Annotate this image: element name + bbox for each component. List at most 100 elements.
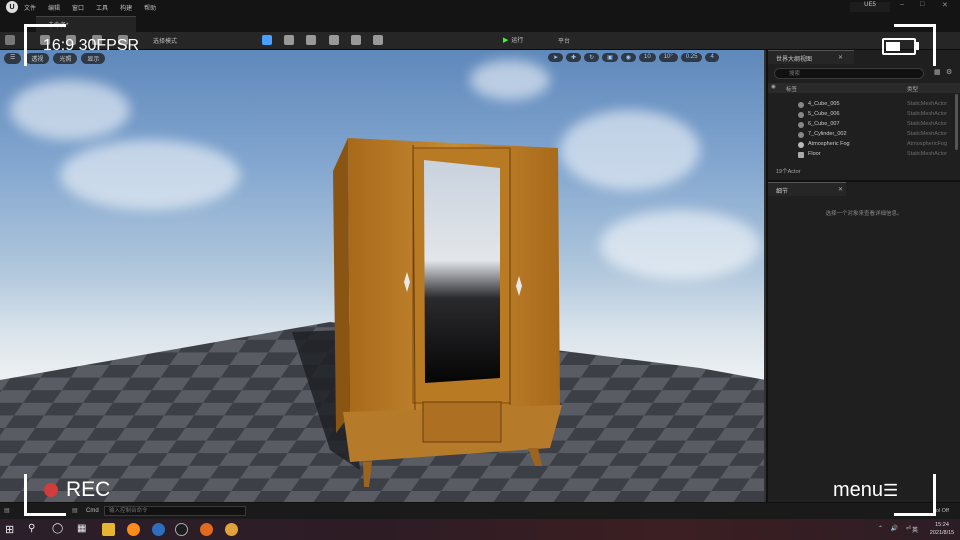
menu-file[interactable]: 文件 (24, 3, 36, 12)
record-indicator-icon (44, 483, 58, 497)
world-outliner-panel: 世界大纲视图 ✕ ⚲ ▦ ⚙ ◉ 标签 类型 4_Cube_005 Static… (768, 50, 960, 180)
battery-level (886, 42, 900, 51)
static-mesh-icon (798, 132, 804, 138)
rotation-snap-toggle[interactable]: 10° (658, 53, 678, 62)
select-tool-icon[interactable]: ➤ (548, 53, 564, 62)
outliner-scrollbar[interactable] (955, 94, 958, 150)
static-mesh-icon (798, 112, 804, 118)
actor-count: 19个Actor (776, 169, 801, 175)
window-title: UE5 (850, 2, 890, 12)
multitask-icon[interactable]: ▦ (77, 523, 90, 536)
menu-button[interactable]: menu☰ (833, 479, 898, 502)
console-icon: ▤ (72, 508, 78, 514)
menu-build[interactable]: 构建 (120, 3, 132, 12)
maximize-icon[interactable]: □ (920, 1, 924, 8)
brush-edit-icon[interactable] (351, 35, 361, 45)
grid-snap-toggle[interactable]: 10 (639, 53, 656, 62)
outliner-row[interactable]: 6_Cube_007 StaticMeshActor (768, 120, 954, 130)
play-icon: ▶ (503, 37, 509, 44)
wardrobe-mirror[interactable] (424, 160, 500, 383)
platforms-button[interactable]: 平台 (558, 36, 570, 45)
search-icon[interactable]: ⚲ (28, 523, 41, 536)
file-explorer-icon[interactable] (102, 523, 115, 536)
content-drawer-icon[interactable]: ▤ (4, 507, 10, 514)
details-tab-label: 细节 (776, 189, 789, 195)
scale-snap-toggle[interactable]: 0.25 (680, 53, 703, 62)
tab-world-outliner[interactable]: 世界大纲视图 ✕ (768, 50, 854, 64)
tab-details[interactable]: 细节 ✕ (768, 182, 846, 196)
world-space-icon[interactable]: ◉ (620, 53, 637, 62)
landscape-icon[interactable] (262, 35, 272, 45)
wardrobe-drawer[interactable] (422, 401, 502, 443)
level-viewport[interactable]: ☰ 透视 光照 显示 ➤ ✚ ↻ ▣ ◉ 10 10° 0.25 4 (0, 50, 766, 502)
column-label[interactable]: 标签 (786, 85, 797, 93)
unreal-logo-icon: U (6, 1, 18, 13)
mesh-paint-icon[interactable] (306, 35, 316, 45)
task-view-icon[interactable]: ◯ (52, 523, 65, 536)
folder-icon[interactable]: ▦ (934, 68, 941, 76)
details-panel: 细节 ✕ 选择一个对象来查看详细信息。 (768, 182, 960, 502)
menu-help[interactable]: 帮助 (144, 3, 156, 12)
cmd-label[interactable]: Cmd (86, 508, 99, 514)
windows-taskbar: ⊞ ⚲ ◯ ▦ ⌃ 🔊 ⏎ 英 15:24 2021/8/15 (0, 519, 960, 540)
viewport-toolbar-right: ➤ ✚ ↻ ▣ ◉ 10 10° 0.25 4 (548, 53, 719, 62)
console-command-input[interactable] (104, 506, 246, 516)
clock-date[interactable]: 2021/8/15 (924, 530, 960, 536)
chrome-icon[interactable] (225, 523, 238, 536)
scene-svg (0, 138, 764, 502)
close-icon[interactable]: ✕ (942, 1, 948, 9)
fog-icon (798, 142, 804, 148)
close-icon[interactable]: ✕ (838, 54, 843, 61)
play-button[interactable]: ▶ 运行 (503, 35, 523, 47)
outliner-row[interactable]: 7_Cylinder_002 StaticMeshActor (768, 130, 954, 140)
static-mesh-icon (798, 102, 804, 108)
frame-corner-bottom-right (894, 474, 936, 516)
input-language[interactable]: 英 (912, 525, 918, 534)
camera-speed-button[interactable]: 4 (705, 53, 719, 62)
viewport-options-button[interactable]: ☰ (4, 53, 22, 64)
unreal-taskbar-icon[interactable] (175, 523, 188, 536)
status-bar: ▤ ▤ Cmd rol Off (0, 503, 960, 519)
battery-terminal (916, 42, 919, 50)
visibility-eye-icon[interactable]: ◉ (771, 84, 776, 90)
outliner-row[interactable]: 5_Cube_006 StaticMeshActor (768, 110, 954, 120)
source-control-status[interactable]: rol Off (934, 508, 949, 514)
browser-icon[interactable] (152, 523, 165, 536)
settings-gear-icon[interactable]: ⚙ (946, 68, 952, 76)
tab-strip: 未命名* (0, 14, 960, 32)
main-toolbar: 选择模式 ▶ 运行 平台 (0, 32, 960, 50)
windows-start-icon[interactable]: ⊞ (5, 523, 18, 536)
wardrobe-side[interactable] (333, 138, 350, 433)
app-icon[interactable] (200, 523, 213, 536)
blender-icon[interactable] (127, 523, 140, 536)
animation-icon[interactable] (373, 35, 383, 45)
close-icon[interactable]: ✕ (838, 186, 843, 193)
outliner-row[interactable]: Atmospheric Fog AtmosphericFog (768, 140, 954, 150)
menu-icon: ☰ (883, 481, 899, 500)
clock-time[interactable]: 15:24 (929, 522, 955, 528)
outliner-row[interactable]: Floor StaticMeshActor (768, 150, 954, 160)
scale-tool-icon[interactable]: ▣ (602, 53, 618, 62)
translate-tool-icon[interactable]: ✚ (566, 53, 582, 62)
details-empty-message: 选择一个对象来查看详细信息。 (825, 211, 903, 217)
menu-tools[interactable]: 工具 (96, 3, 108, 12)
frame-corner-bottom-left (24, 474, 66, 516)
menu-bar: U 文件 编辑 窗口 工具 构建 帮助 UE5 – □ ✕ (0, 0, 960, 14)
recording-format: 16:9 30FPSR (43, 37, 140, 54)
menu-edit[interactable]: 编辑 (48, 3, 60, 12)
system-tray-icons[interactable]: ⌃ 🔊 ⏎ (878, 525, 914, 532)
fracture-icon[interactable] (329, 35, 339, 45)
save-icon[interactable] (5, 35, 15, 45)
mode-label[interactable]: 选择模式 (153, 36, 177, 45)
rotate-tool-icon[interactable]: ↻ (584, 53, 600, 62)
play-label: 运行 (511, 38, 524, 44)
record-label: REC (66, 478, 111, 501)
menu-window[interactable]: 窗口 (72, 3, 84, 12)
outliner-column-header: ◉ 标签 类型 (768, 83, 960, 93)
outliner-row[interactable]: 4_Cube_005 StaticMeshActor (768, 100, 954, 110)
outliner-search-input[interactable] (774, 68, 924, 79)
column-type[interactable]: 类型 (907, 85, 918, 93)
foliage-icon[interactable] (284, 35, 294, 45)
outliner-tab-label: 世界大纲视图 (776, 57, 813, 63)
minimize-icon[interactable]: – (900, 1, 904, 8)
